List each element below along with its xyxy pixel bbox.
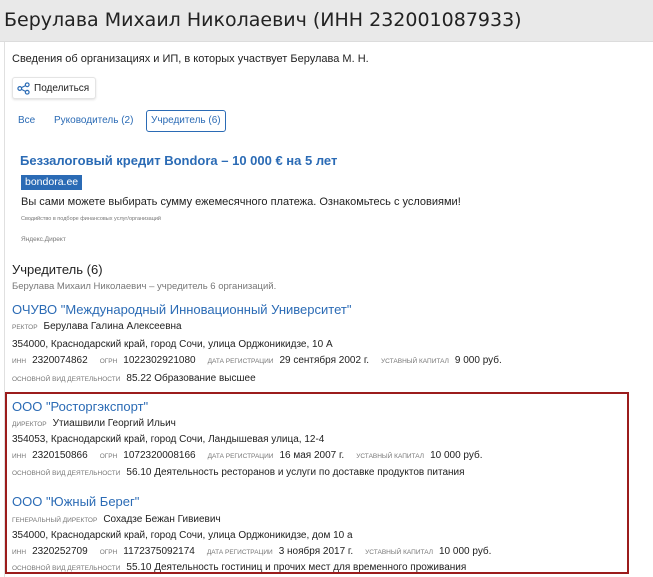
ad-domain-link[interactable]: bondora.ee [21,175,83,190]
org-activity-row: основной вид деятельности 56.10 Деятельн… [12,467,465,478]
inn-label: ИНН [12,358,27,365]
org-name-link[interactable]: ООО "Южный Берег" [12,494,139,509]
ogrn-value: 1022302921080 [123,355,196,366]
org-address-row: 354000, Краснодарский край, город Сочи, … [12,339,333,350]
ogrn-value: 1172375092174 [123,546,195,557]
page-header: Берулава Михаил Николаевич (ИНН 23200108… [0,0,653,42]
activity-value: 56.10 Деятельность ресторанов и услуги п… [126,467,465,478]
org-activity-row: основной вид деятельности 85.22 Образова… [12,373,256,384]
tab-founder[interactable]: Учредитель (6) [146,110,226,132]
org-role-row: генеральный директор Сохадзе Бежан Гивие… [12,514,221,525]
person-name: Сохадзе Бежан Гивиевич [103,514,221,525]
reg-value: 3 ноября 2017 г. [278,546,354,557]
inn-value: 2320150866 [32,450,88,461]
org-address-row: 354053, Краснодарский край, город Сочи, … [12,434,324,445]
person-name: Утиашвили Георгий Ильич [52,418,176,429]
ogrn-label: ОГРН [99,549,118,556]
org-role-row: ректор Берулава Галина Алексеевна [12,321,182,332]
activity-value: 55.10 Деятельность гостиниц и прочих мес… [126,562,467,573]
org-role-row: директор Утиашвили Георгий Ильич [12,418,176,429]
share-label: Поделиться [34,82,90,94]
capital-label: уставный капитал [365,549,433,556]
capital-value: 10 000 руб. [439,546,492,557]
org-address: 354053, Краснодарский край, город Сочи, … [12,434,325,445]
tab-all[interactable]: Все [18,115,35,126]
org-activity-row: основной вид деятельности 55.10 Деятельн… [12,562,466,573]
capital-value: 9 000 руб. [454,355,502,366]
section-subtitle: Берулава Михаил Николаевич – учредитель … [12,281,277,292]
reg-label: Дата регистрации [206,549,273,556]
reg-value: 29 сентября 2002 г. [279,355,370,366]
org-address-row: 354000, Краснодарский край, город Сочи, … [12,530,353,541]
org-address: 354000, Краснодарский край, город Сочи, … [12,339,333,350]
org-name-link[interactable]: ОЧУВО "Международный Инновационный Униве… [12,302,351,317]
role-label: генеральный директор [12,517,98,524]
share-button[interactable]: Поделиться [12,77,97,99]
org-address: 354000, Краснодарский край, город Сочи, … [12,530,353,541]
inn-label: ИНН [12,453,27,460]
ogrn-value: 1072320008166 [123,450,196,461]
ogrn-label: ОГРН [99,453,118,460]
activity-label: основной вид деятельности [12,376,121,383]
intro-text: Сведения об организациях и ИП, в которых… [12,53,369,65]
reg-label: Дата регистрации [207,453,274,460]
reg-label: Дата регистрации [207,358,274,365]
org-name-link[interactable]: ООО "Росторгэкспорт" [12,399,148,414]
inn-label: ИНН [12,549,27,556]
tab-head[interactable]: Руководитель (2) [54,115,133,126]
page-title: Берулава Михаил Николаевич (ИНН 23200108… [4,9,522,31]
ad-disclaimer: Сводийство в подборе финансовых услуг/ор… [21,216,162,222]
ad-text: Вы сами можете выбирать сумму ежемесячно… [21,196,461,208]
inn-value: 2320252709 [32,546,88,557]
ad-title-link[interactable]: Беззалоговый кредит Bondora – 10 000 € н… [20,153,337,168]
activity-label: основной вид деятельности [12,565,121,572]
ad-source: Яндекс.Директ [21,236,66,243]
role-label: директор [12,421,47,428]
capital-value: 10 000 руб. [430,450,483,461]
person-name: Берулава Галина Алексеевна [43,321,182,332]
activity-label: основной вид деятельности [12,470,121,477]
section-title: Учредитель (6) [12,262,103,277]
share-icon [17,81,30,95]
org-details-row: ИНН 2320252709 ОГРН 1172375092174 Дата р… [12,546,491,557]
capital-label: уставный капитал [356,453,425,460]
role-label: ректор [12,324,38,331]
inn-value: 2320074862 [32,355,88,366]
activity-value: 85.22 Образование высшее [126,373,256,384]
org-details-row: ИНН 2320074862 ОГРН 1022302921080 Дата р… [12,355,502,366]
org-details-row: ИНН 2320150866 ОГРН 1072320008166 Дата р… [12,450,483,461]
ogrn-label: ОГРН [99,358,118,365]
reg-value: 16 мая 2007 г. [279,450,345,461]
capital-label: уставный капитал [381,358,449,365]
